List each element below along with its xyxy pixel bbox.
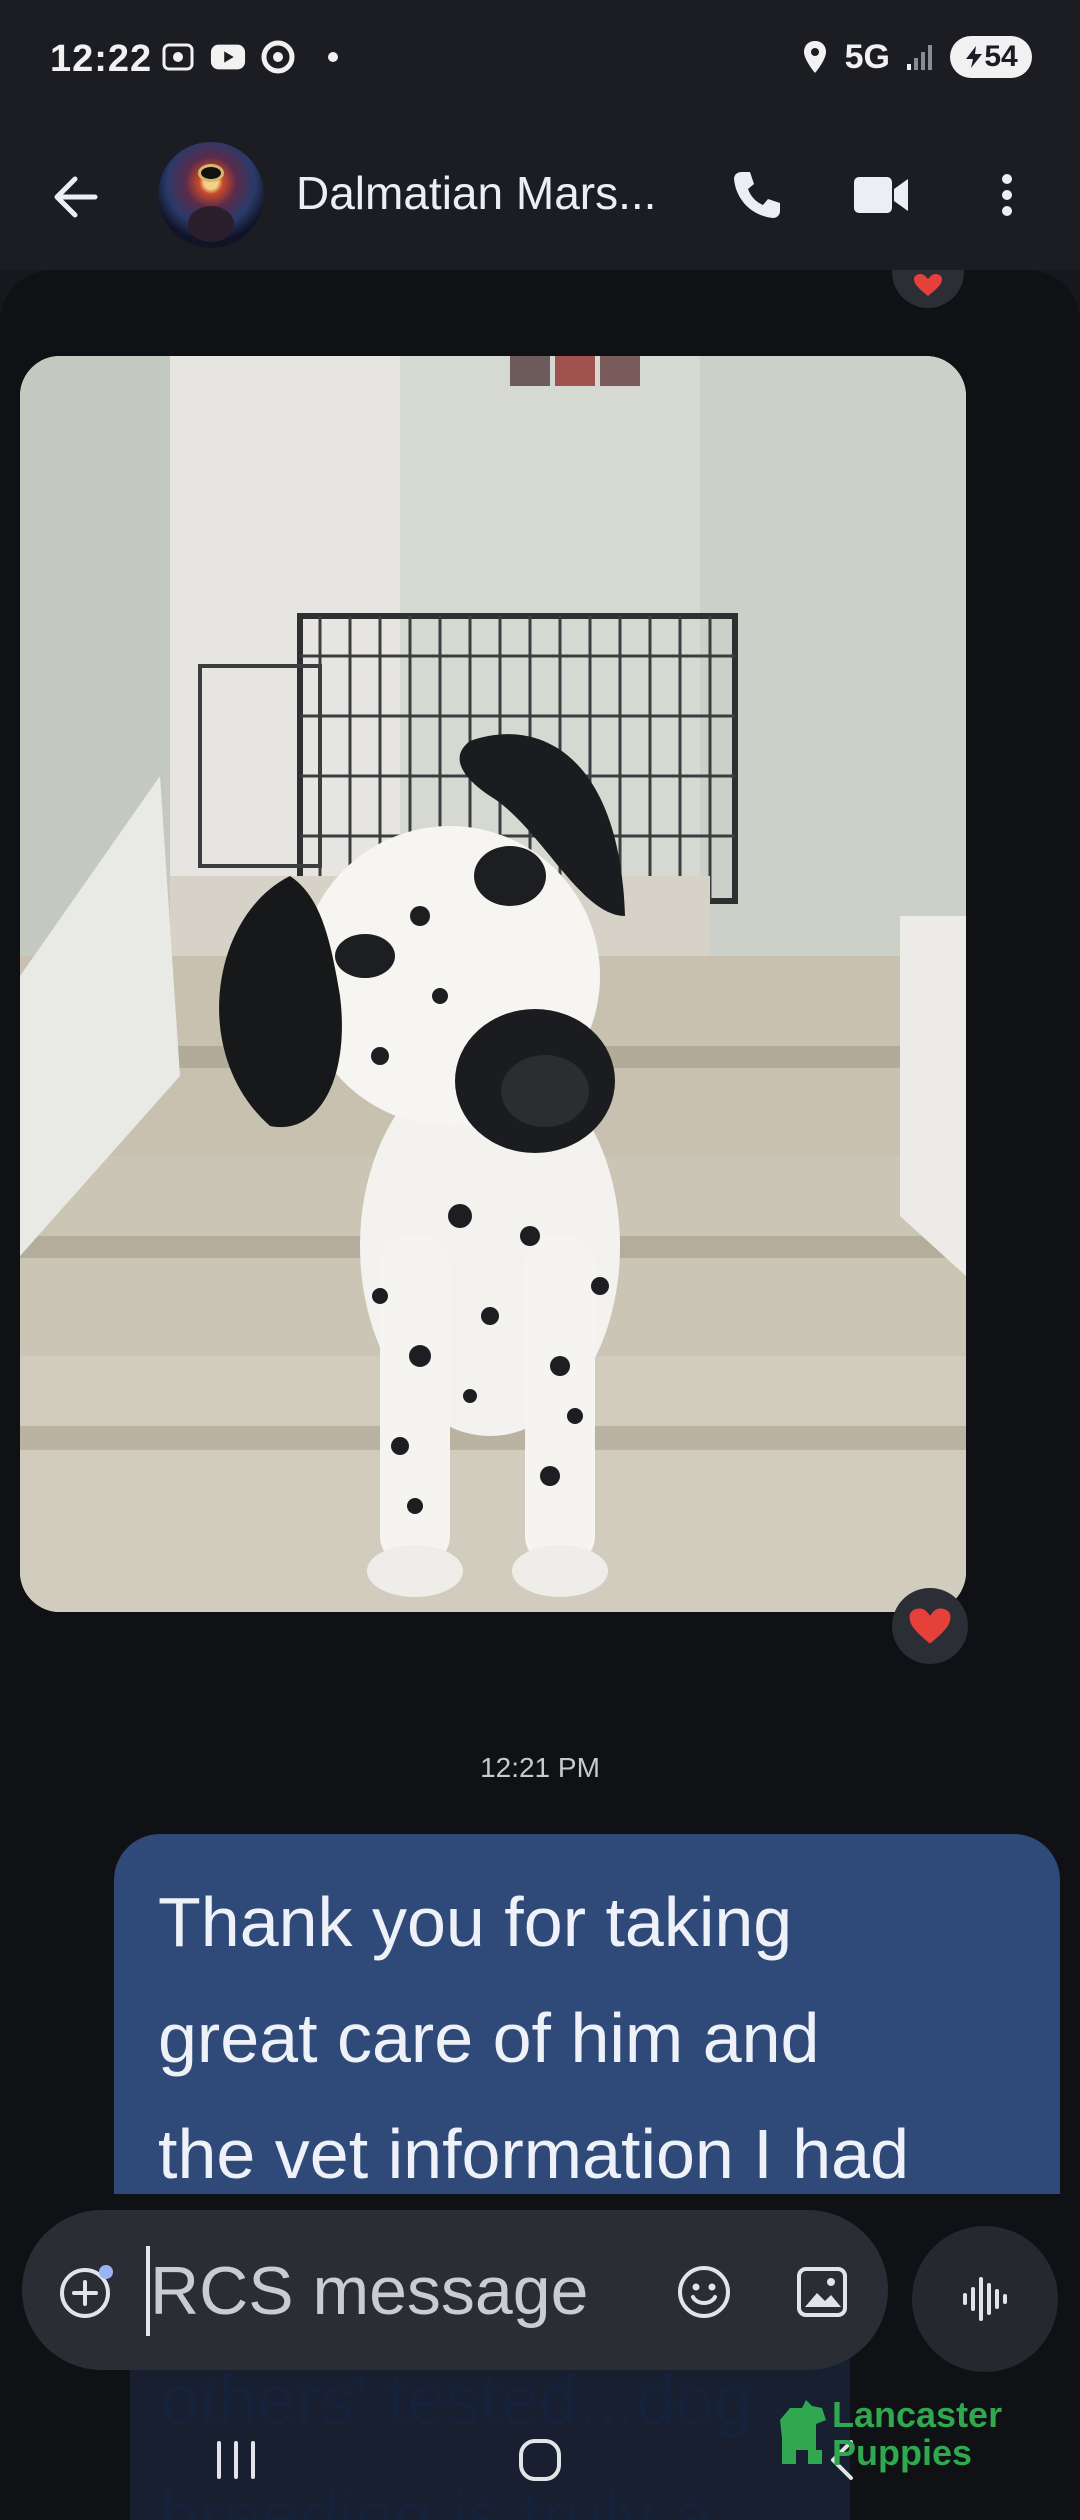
contact-avatar[interactable]	[158, 142, 264, 248]
previous-message-reaction[interactable]	[892, 270, 964, 308]
status-right: 5G 54	[797, 36, 1032, 78]
watermark-line: Puppies	[832, 2432, 973, 2473]
back-arrow-icon	[54, 176, 98, 218]
avatar-orb	[188, 206, 234, 242]
battery-level: 54	[984, 40, 1018, 73]
contact-name[interactable]: Dalmatian Mars...	[296, 166, 656, 220]
received-photo-message[interactable]	[20, 356, 966, 1612]
conversation-thread[interactable]: 12:21 PM Thank you for taking great care…	[0, 270, 1080, 2520]
dalmatian-photo	[20, 356, 966, 1612]
message-composer	[22, 2210, 888, 2370]
sent-message-line: the vet information I had	[158, 2115, 909, 2193]
video-camera-icon	[854, 177, 908, 213]
voice-message-button[interactable]	[912, 2226, 1058, 2372]
video-call-button[interactable]	[846, 160, 916, 230]
sent-message-line: Thank you for taking	[158, 1883, 793, 1961]
youtube-icon	[210, 40, 246, 74]
avatar-eye	[198, 164, 224, 182]
battery-indicator: 54	[950, 36, 1032, 78]
back-button[interactable]	[40, 162, 110, 232]
puppy-logo-icon	[780, 2400, 826, 2464]
recents-button[interactable]	[206, 2430, 266, 2490]
location-icon	[797, 40, 833, 74]
status-bar: 12:22 5G 54	[0, 0, 1080, 120]
add-attachment-button[interactable]	[52, 2256, 122, 2326]
conversation-header: Dalmatian Mars...	[0, 120, 1080, 270]
recents-icon	[217, 2441, 255, 2479]
emoji-icon	[678, 2266, 730, 2318]
signal-icon	[902, 40, 938, 74]
more-vert-icon	[1002, 174, 1012, 216]
heart-icon	[914, 274, 942, 296]
watermark-text: Lancaster Puppies	[832, 2396, 1002, 2472]
network-type: 5G	[844, 37, 890, 76]
gallery-button[interactable]	[784, 2254, 860, 2330]
message-input[interactable]	[150, 2236, 670, 2346]
call-button[interactable]	[722, 160, 792, 230]
photo-reaction[interactable]	[892, 1588, 968, 1664]
screenshot-icon	[160, 40, 196, 74]
notification-dot	[328, 52, 338, 62]
home-icon	[519, 2439, 561, 2481]
image-icon	[797, 2267, 847, 2317]
more-options-button[interactable]	[972, 160, 1042, 230]
sent-message-bubble[interactable]: Thank you for taking great care of him a…	[114, 1834, 1060, 2194]
watermark-line: Lancaster	[832, 2394, 1003, 2435]
phone-icon	[734, 172, 780, 218]
voice-waveform-icon	[963, 2277, 1007, 2321]
notification-icons	[160, 40, 338, 74]
charging-icon	[966, 46, 983, 68]
emoji-button[interactable]	[666, 2254, 742, 2330]
lancaster-puppies-watermark: Lancaster Puppies	[772, 2396, 1062, 2476]
add-circle-icon	[60, 2265, 113, 2318]
sent-message-line: great care of him and	[158, 1999, 820, 2077]
home-button[interactable]	[510, 2430, 570, 2490]
chrome-icon	[260, 40, 296, 74]
heart-icon	[909, 1608, 951, 1644]
message-timestamp: 12:21 PM	[480, 1752, 600, 1783]
status-time: 12:22	[50, 38, 153, 80]
